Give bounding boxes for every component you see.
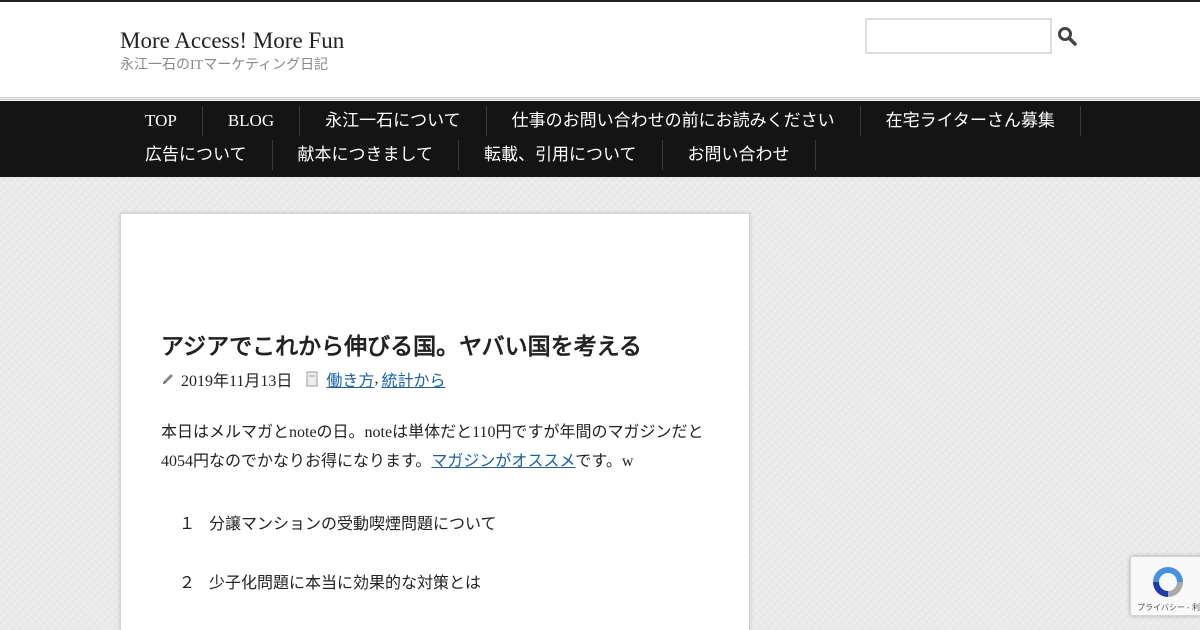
category-separator: ,	[374, 370, 379, 387]
nav-item-ads[interactable]: 広告について	[120, 140, 273, 170]
post-meta: 2019年11月13日 働き方 , 統計から	[161, 368, 445, 390]
toc-text: 少子化問題に本当に効果的な対策とは	[209, 575, 482, 592]
nav-item-contact[interactable]: お問い合わせ	[663, 140, 816, 170]
toc-item[interactable]: ２ 少子化問題に本当に効果的な対策とは	[179, 569, 481, 593]
nav-item-top[interactable]: TOP	[120, 106, 203, 136]
nav-item-book-gifts[interactable]: 献本につきまして	[273, 140, 459, 170]
site-description: 永江一石のITマーケティング日記	[120, 58, 329, 73]
category-link-hatarakikata[interactable]: 働き方	[326, 367, 374, 391]
toc-number: ２	[179, 575, 196, 592]
search-button[interactable]	[1054, 22, 1080, 50]
post-intro-text-2: です。w	[575, 453, 634, 470]
magazine-link[interactable]: マガジンがオススメ	[431, 453, 575, 470]
post-date: 2019年11月13日	[181, 373, 293, 390]
nav-row-2: 広告について 献本につきまして 転載、引用について お問い合わせ	[120, 138, 816, 172]
nav-item-reprint[interactable]: 転載、引用について	[459, 140, 663, 170]
toc-item[interactable]: １ 分譲マンションの受動喫煙問題について	[179, 510, 497, 534]
nav-item-work-inquiry-notes[interactable]: 仕事のお問い合わせの前にお読みください	[487, 106, 861, 136]
nav-divider	[0, 99, 1200, 100]
site-header: More Access! More Fun 永江一石のITマーケティング日記	[0, 2, 1200, 98]
recaptcha-badge[interactable]: プライバシー - 利用規約	[1130, 556, 1200, 616]
recaptcha-footer[interactable]: プライバシー - 利用規約	[1137, 602, 1200, 613]
main-nav: TOP BLOG 永江一石について 仕事のお問い合わせの前にお読みください 在宅…	[0, 101, 1200, 177]
toc-number: １	[179, 516, 196, 533]
category-link-statistics[interactable]: 統計から	[381, 367, 445, 391]
post-title[interactable]: アジアでこれから伸びる国。ヤバい国を考える	[161, 327, 642, 361]
search-icon	[1058, 27, 1077, 46]
post-intro: 本日はメルマガとnoteの日。noteは単体だと110円ですが年間のマガジンだと…	[161, 418, 713, 476]
recaptcha-icon	[1153, 567, 1183, 597]
nav-row-1: TOP BLOG 永江一石について 仕事のお問い合わせの前にお読みください 在宅…	[120, 104, 1081, 138]
search-input[interactable]	[865, 18, 1052, 54]
post-card: アジアでこれから伸びる国。ヤバい国を考える 2019年11月13日 働き方 , …	[120, 213, 750, 630]
toc-text: 分譲マンションの受動喫煙問題について	[209, 516, 497, 533]
nav-item-writer-recruit[interactable]: 在宅ライターさん募集	[861, 106, 1081, 136]
nav-item-blog[interactable]: BLOG	[203, 106, 301, 136]
folder-icon	[306, 371, 318, 387]
nav-item-about[interactable]: 永江一石について	[300, 106, 487, 136]
pencil-icon	[163, 374, 173, 384]
site-title[interactable]: More Access! More Fun	[120, 28, 344, 54]
